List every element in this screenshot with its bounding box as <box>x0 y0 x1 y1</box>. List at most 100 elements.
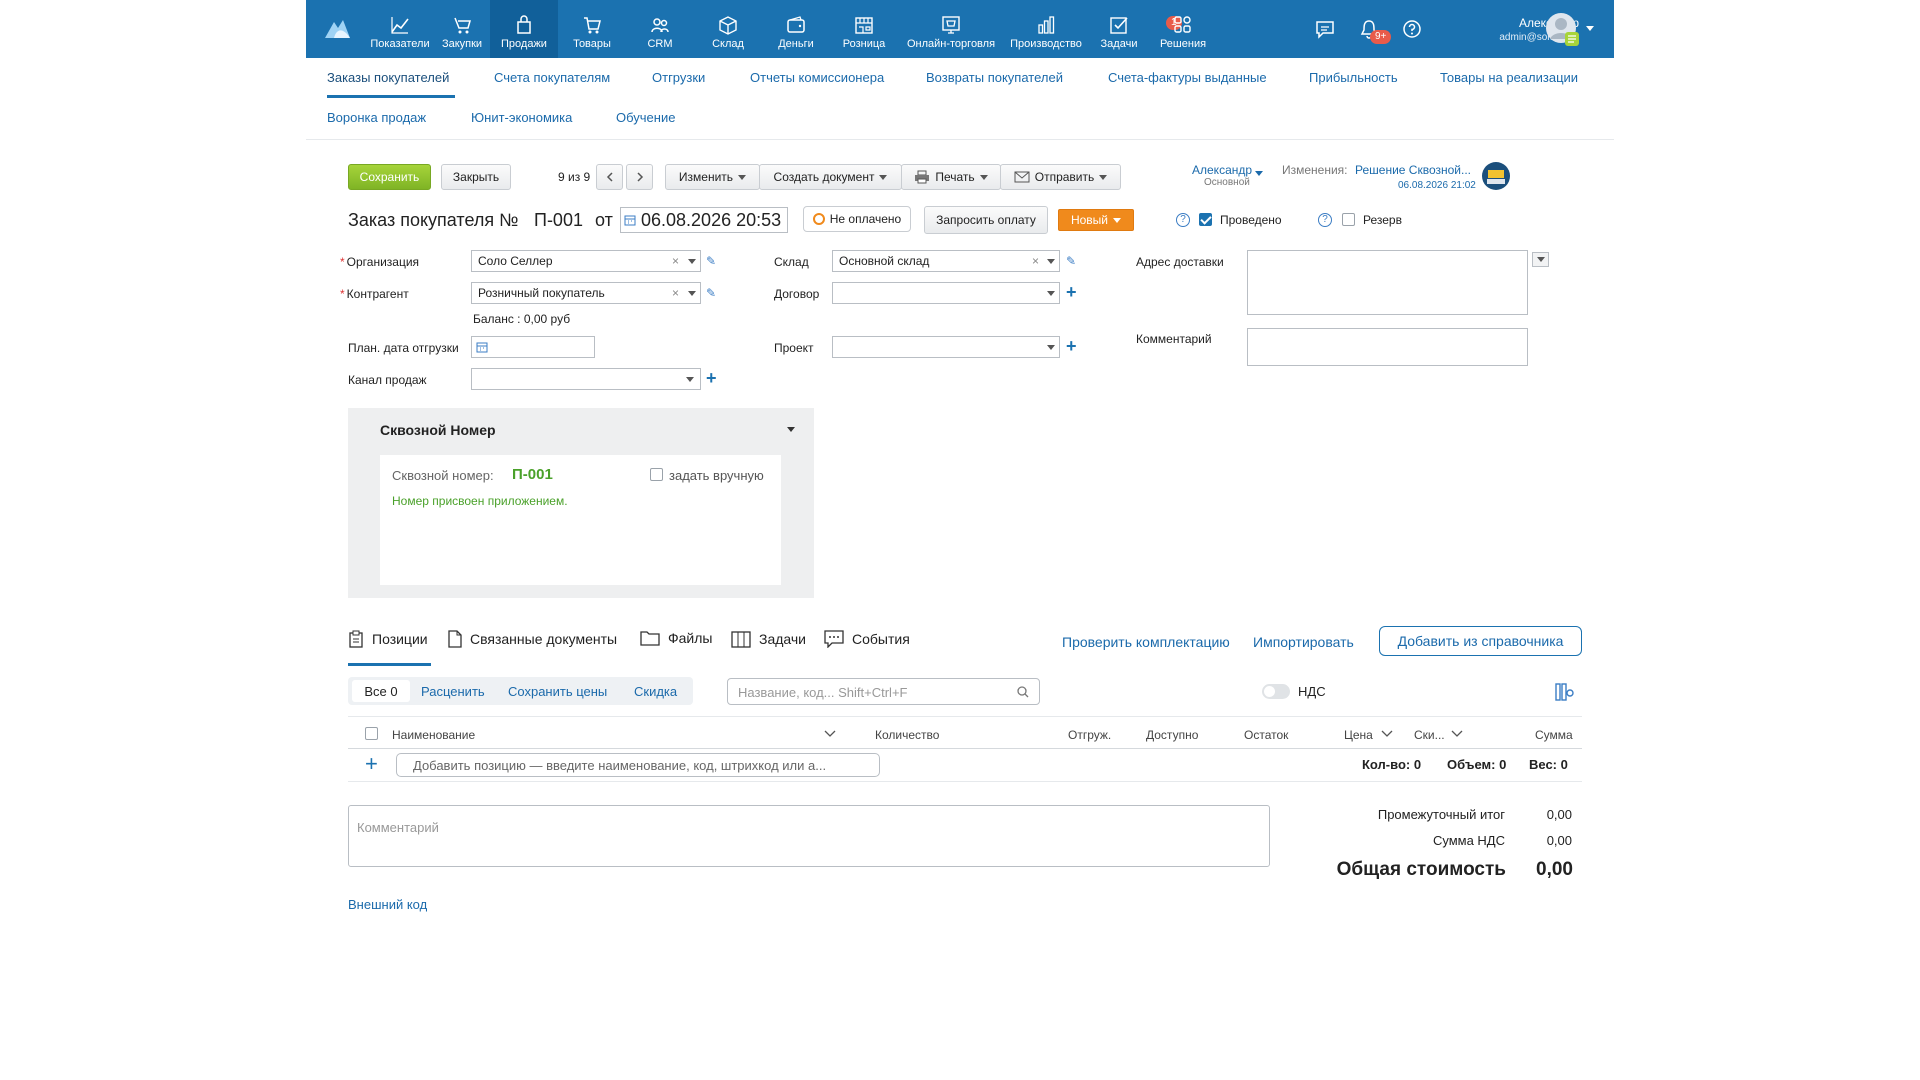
calendar-icon[interactable] <box>476 341 488 353</box>
edit-pencil-icon[interactable]: ✎ <box>706 254 716 268</box>
save-button[interactable]: Сохранить <box>348 164 431 190</box>
calendar-icon[interactable] <box>624 214 636 226</box>
import-link[interactable]: Импортировать <box>1253 634 1354 650</box>
help-icon[interactable] <box>1402 19 1422 39</box>
prev-record-button[interactable] <box>596 164 623 190</box>
edit-pencil-icon[interactable]: ✎ <box>1066 254 1076 268</box>
add-position-icon[interactable]: + <box>365 753 378 775</box>
col-name-chevron-icon[interactable] <box>824 730 836 738</box>
vat-toggle[interactable] <box>1262 684 1290 699</box>
subnav-training[interactable]: Обучение <box>616 110 675 125</box>
external-code-link[interactable]: Внешний код <box>348 897 427 912</box>
collapse-icon[interactable] <box>787 427 795 432</box>
save-prices-link[interactable]: Сохранить цены <box>508 684 607 699</box>
organization-field[interactable]: Соло Селлер <box>471 250 701 272</box>
address-expand-button[interactable] <box>1532 252 1549 267</box>
nav-item-online-trade[interactable]: Онлайн-торговля <box>898 0 1004 58</box>
col-stock[interactable]: Остаток <box>1244 728 1288 742</box>
tab-files[interactable]: Файлы <box>640 630 712 646</box>
clear-icon[interactable]: × <box>1032 254 1039 268</box>
column-settings-icon[interactable] <box>1554 682 1574 702</box>
subnav-shipments[interactable]: Отгрузки <box>652 70 705 85</box>
col-price-chevron-icon[interactable] <box>1381 730 1393 738</box>
reserve-help-icon[interactable]: ? <box>1318 213 1332 227</box>
changes-link[interactable]: Решение Сквозной... <box>1355 163 1471 177</box>
chat-icon[interactable] <box>1314 18 1336 40</box>
nav-item-purchases[interactable]: Закупки <box>434 0 490 58</box>
reserve-checkbox[interactable] <box>1342 213 1355 226</box>
user-menu-chevron-icon[interactable] <box>1586 26 1594 31</box>
nav-item-solutions[interactable]: Решения <box>1150 0 1216 58</box>
nav-item-goods[interactable]: Товары <box>558 0 626 58</box>
tab-tasks[interactable]: Задачи <box>731 630 806 648</box>
add-sales-channel-icon[interactable]: + <box>706 369 717 387</box>
subnav-sales-funnel[interactable]: Воронка продаж <box>327 110 426 125</box>
check-kit-link[interactable]: Проверить комплектацию <box>1062 634 1230 650</box>
nav-item-warehouse[interactable]: Склад <box>694 0 762 58</box>
nav-item-sales[interactable]: Продажи <box>490 0 558 58</box>
filter-all[interactable]: Все 0 <box>352 680 410 702</box>
close-button[interactable]: Закрыть <box>441 164 511 190</box>
owner-chevron-icon[interactable] <box>1255 171 1263 176</box>
tab-linked-documents[interactable]: Связанные документы <box>448 630 617 648</box>
chevron-down-icon[interactable] <box>1047 291 1055 296</box>
col-discount[interactable]: Ски... <box>1414 728 1445 742</box>
order-comment-field[interactable]: Комментарий <box>348 805 1270 867</box>
clear-icon[interactable]: × <box>672 286 679 300</box>
send-button[interactable]: Отправить <box>1000 164 1121 190</box>
avatar[interactable] <box>1545 12 1581 48</box>
project-field[interactable] <box>832 336 1060 358</box>
add-contract-icon[interactable]: + <box>1066 283 1077 301</box>
add-from-catalog-button[interactable]: Добавить из справочника <box>1379 626 1582 656</box>
create-document-button[interactable]: Создать документ <box>759 164 902 190</box>
subnav-unit-economics[interactable]: Юнит-экономика <box>471 110 572 125</box>
tab-events[interactable]: События <box>824 630 910 648</box>
contract-field[interactable] <box>832 282 1060 304</box>
delivery-address-field[interactable] <box>1247 250 1528 315</box>
sales-channel-field[interactable] <box>471 368 701 390</box>
col-quantity[interactable]: Количество <box>875 728 939 742</box>
warehouse-field[interactable]: Основной склад <box>832 250 1060 272</box>
edit-pencil-icon[interactable]: ✎ <box>706 286 716 300</box>
comment-field[interactable] <box>1247 328 1528 366</box>
request-payment-button[interactable]: Запросить оплату <box>924 206 1048 234</box>
add-position-input[interactable]: Добавить позицию — введите наименование,… <box>396 753 880 777</box>
col-price[interactable]: Цена <box>1344 728 1373 742</box>
chevron-down-icon[interactable] <box>1047 345 1055 350</box>
col-discount-chevron-icon[interactable] <box>1451 730 1463 738</box>
owner-name[interactable]: Александр <box>1192 163 1252 177</box>
ship-date-field[interactable] <box>471 336 595 358</box>
col-shipped[interactable]: Отгруж. <box>1068 728 1111 742</box>
col-name[interactable]: Наименование <box>392 728 475 742</box>
price-link[interactable]: Расценить <box>421 684 485 699</box>
document-date-field[interactable]: 06.08.2026 20:53 <box>620 207 788 233</box>
subnav-invoices[interactable]: Счета покупателям <box>494 70 610 85</box>
print-button[interactable]: Печать <box>901 164 1001 190</box>
add-project-icon[interactable]: + <box>1066 337 1077 355</box>
document-number[interactable]: П-001 <box>534 210 583 231</box>
clear-icon[interactable]: × <box>672 254 679 268</box>
manual-number-checkbox[interactable] <box>650 468 663 481</box>
subnav-customer-returns[interactable]: Возвраты покупателей <box>926 70 1063 85</box>
subnav-goods-on-sale[interactable]: Товары на реализации <box>1440 70 1578 85</box>
subnav-issued-invoices[interactable]: Счета-фактуры выданные <box>1108 70 1267 85</box>
payment-status-button[interactable]: Не оплачено <box>803 206 911 232</box>
edit-dropdown-button[interactable]: Изменить <box>665 164 760 190</box>
chevron-down-icon[interactable] <box>688 259 696 264</box>
select-all-checkbox[interactable] <box>365 727 378 740</box>
nav-item-money[interactable]: Деньги <box>762 0 830 58</box>
chevron-down-icon[interactable] <box>1047 259 1055 264</box>
discount-link[interactable]: Скидка <box>634 684 677 699</box>
status-dropdown[interactable]: Новый <box>1058 209 1134 231</box>
counterparty-field[interactable]: Розничный покупатель <box>471 282 701 304</box>
next-record-button[interactable] <box>626 164 653 190</box>
tab-positions[interactable]: Позиции <box>348 630 428 648</box>
subnav-customer-orders[interactable]: Заказы покупателей <box>327 70 449 85</box>
chevron-down-icon[interactable] <box>686 377 694 382</box>
col-available[interactable]: Доступно <box>1146 728 1198 742</box>
posted-help-icon[interactable]: ? <box>1176 213 1190 227</box>
subnav-commission-reports[interactable]: Отчеты комиссионера <box>750 70 884 85</box>
logo-icon[interactable] <box>322 16 352 40</box>
nav-item-tasks[interactable]: Задачи <box>1088 0 1150 58</box>
nav-item-production[interactable]: Производство <box>1004 0 1088 58</box>
